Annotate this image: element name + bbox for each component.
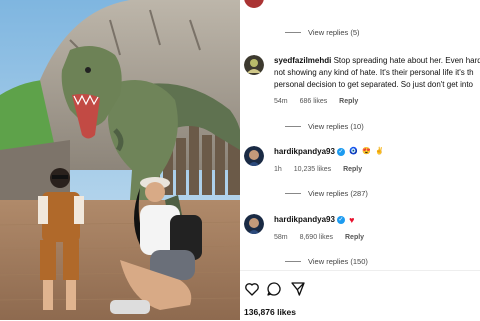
view-replies-button[interactable]: View replies (10) xyxy=(285,122,364,131)
comment-line-2: not showing any kind of hate. It's their… xyxy=(274,68,474,77)
comment-meta: 54m 686 likes Reply xyxy=(274,98,368,105)
divider-line xyxy=(285,126,301,127)
comment-text: hardikpandya93 ✓ ♥ xyxy=(274,214,480,226)
comment-meta: 58m 8,690 likes Reply xyxy=(274,234,374,241)
avatar[interactable] xyxy=(244,146,264,166)
comment-likes[interactable]: 686 likes xyxy=(300,98,328,105)
comment-meta: 1h 10,235 likes Reply xyxy=(274,166,372,173)
view-replies-label: View replies (287) xyxy=(308,189,368,198)
comment-line-3: personal decision to get separated. So j… xyxy=(274,80,473,89)
likes-count[interactable]: 136,876 likes xyxy=(244,307,296,317)
comment-time: 1h xyxy=(274,166,282,173)
post-action-bar: 136,876 likes xyxy=(240,270,480,321)
nazar-amulet-emoji-icon: 🧿 xyxy=(349,148,358,155)
reply-button[interactable]: Reply xyxy=(343,166,362,173)
comment-likes[interactable]: 10,235 likes xyxy=(294,166,331,173)
comments-panel[interactable]: View replies (5) syedfazilmehdi Stop spr… xyxy=(240,0,480,270)
divider-line xyxy=(285,32,301,33)
red-heart-emoji-icon: ♥ xyxy=(349,215,355,225)
comment-text: hardikpandya93 ✓ 🧿 😍 ✌ xyxy=(274,146,480,158)
view-replies-label: View replies (150) xyxy=(308,257,368,266)
avatar[interactable] xyxy=(244,214,264,234)
view-replies-label: View replies (10) xyxy=(308,122,364,131)
verified-badge-icon: ✓ xyxy=(336,216,345,224)
view-replies-button[interactable]: View replies (287) xyxy=(285,189,368,198)
paper-plane-icon[interactable] xyxy=(290,281,306,297)
comment-line-1: Stop spreading hate about her. Even hard xyxy=(333,56,480,65)
dinosaur-park-photo xyxy=(0,0,240,320)
comment-time: 54m xyxy=(274,98,288,105)
divider-line xyxy=(285,193,301,194)
view-replies-button[interactable]: View replies (5) xyxy=(285,28,360,37)
comment-username[interactable]: hardikpandya93 xyxy=(274,147,335,156)
divider-line xyxy=(285,261,301,262)
post-photo[interactable] xyxy=(0,0,240,320)
avatar[interactable] xyxy=(244,0,264,8)
heart-outline-icon[interactable] xyxy=(244,281,260,297)
comment-time: 58m xyxy=(274,234,288,241)
verified-badge-icon: ✓ xyxy=(336,148,345,156)
reply-button[interactable]: Reply xyxy=(345,234,364,241)
heart-eyes-emoji-icon: 😍 xyxy=(362,148,371,155)
comment-username[interactable]: syedfazilmehdi xyxy=(274,56,331,65)
victory-hand-emoji-icon: ✌ xyxy=(375,148,384,155)
comment-likes[interactable]: 8,690 likes xyxy=(300,234,333,241)
speech-bubble-icon[interactable] xyxy=(266,281,282,297)
avatar[interactable] xyxy=(244,55,264,75)
view-replies-label: View replies (5) xyxy=(308,28,360,37)
comment-text: syedfazilmehdi Stop spreading hate about… xyxy=(274,55,480,91)
reply-button[interactable]: Reply xyxy=(339,98,358,105)
comment-username[interactable]: hardikpandya93 xyxy=(274,215,335,224)
view-replies-button[interactable]: View replies (150) xyxy=(285,257,368,266)
